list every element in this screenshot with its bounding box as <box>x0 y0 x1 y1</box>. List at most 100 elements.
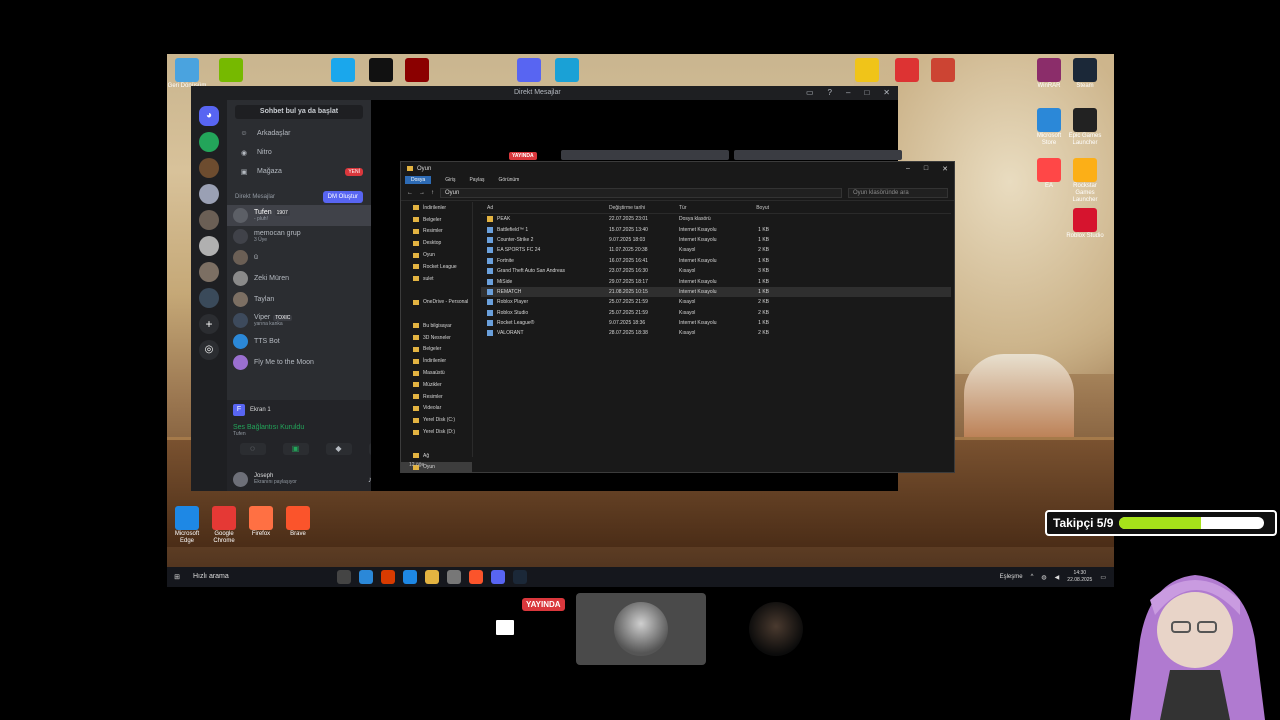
nav-pane-item[interactable]: Oyun <box>401 249 472 261</box>
inbox-icon[interactable]: ▭ <box>806 88 814 97</box>
file-row[interactable]: EA SPORTS FC 24 11.07.2025 20:38 Kısayol 2 … <box>481 245 951 255</box>
nav-pane-item[interactable]: Resimler <box>401 226 472 238</box>
file-row[interactable]: MiSide 29.07.2025 18:17 Internet Kısayolu 1… <box>481 276 951 286</box>
maximize-icon[interactable]: □ <box>924 165 928 173</box>
help-icon[interactable]: ? <box>828 88 832 97</box>
dm-list-item[interactable]: Fly Me to the Moon <box>227 352 371 373</box>
desktop-icon[interactable] <box>509 58 549 83</box>
desktop-icon[interactable] <box>923 58 963 83</box>
taskbar-app-icon[interactable] <box>381 570 395 584</box>
desktop-icon[interactable]: Microsoft Edge <box>167 506 207 545</box>
file-row[interactable]: Roblox Player 25.07.2025 21:59 Kısayol 2 KB <box>481 297 951 307</box>
nav-pane-item[interactable]: Bu bilgisayar <box>401 320 472 332</box>
dm-list-item[interactable]: TTS Bot <box>227 331 371 352</box>
nav-pane-item[interactable]: 3D Nesneler <box>401 332 472 344</box>
network-icon[interactable]: ◍ <box>1041 574 1046 581</box>
file-row[interactable]: Rocket League® 9.07.2025 18:36 Internet Kı… <box>481 318 951 328</box>
desktop-icon[interactable]: Epic Games Launcher <box>1065 108 1105 147</box>
taskbar-app-icon[interactable] <box>359 570 373 584</box>
desktop-icon[interactable]: Brave <box>278 506 318 538</box>
nav-pane-item[interactable] <box>401 308 472 320</box>
desktop-icon[interactable]: Google Chrome <box>204 506 244 545</box>
nav-pane-item[interactable]: Resimler <box>401 391 472 403</box>
desktop-icon[interactable]: Microsoft Store <box>1029 108 1069 147</box>
tray-label[interactable]: Eşleşme <box>1000 574 1023 580</box>
avatar[interactable] <box>233 471 248 487</box>
create-dm-button[interactable]: DM Oluştur <box>322 191 363 203</box>
stream-tile[interactable] <box>734 150 902 160</box>
server-icon[interactable] <box>199 210 219 230</box>
file-row[interactable]: Roblox Studio 25.07.2025 21:59 Kısayol 2 KB <box>481 308 951 318</box>
file-row[interactable]: VALORANT 28.07.2025 18:38 Kısayol 2 KB <box>481 328 951 338</box>
nav-pane-item[interactable]: Masaüstü <box>401 367 472 379</box>
nav-pane-item[interactable]: Yerel Disk (C:) <box>401 414 472 426</box>
nav-pane-item[interactable]: sulet <box>401 273 472 285</box>
nav-pane-item[interactable] <box>401 285 472 297</box>
taskbar-app-icon[interactable] <box>513 570 527 584</box>
nav-pane-item[interactable]: Belgeler <box>401 214 472 226</box>
taskbar-app-icon[interactable] <box>447 570 461 584</box>
taskbar-app-icon[interactable] <box>491 570 505 584</box>
taskbar-app-icon[interactable] <box>425 570 439 584</box>
dm-list-item[interactable]: memocan grup 3 Üye <box>227 226 371 247</box>
explore-icon[interactable]: ◎ <box>199 340 219 360</box>
minimize-icon[interactable]: – <box>846 88 850 97</box>
column-size[interactable]: Boyut <box>739 205 769 211</box>
column-date[interactable]: Değiştirme tarihi <box>609 205 679 211</box>
desktop-icon[interactable] <box>397 58 437 83</box>
file-row[interactable]: Fortnite 16.07.2025 16:41 Internet Kısayol… <box>481 256 951 266</box>
column-type[interactable]: Tür <box>679 205 739 211</box>
nav-pane-item[interactable]: Rocket League <box>401 261 472 273</box>
server-icon[interactable] <box>199 236 219 256</box>
server-icon[interactable] <box>199 184 219 204</box>
ribbon-tab[interactable]: Dosya <box>405 176 432 184</box>
close-icon[interactable]: ✕ <box>883 88 890 97</box>
nav-pane-item[interactable]: OneDrive - Personal <box>401 296 472 308</box>
maximize-icon[interactable]: □ <box>864 88 869 97</box>
desktop-icon[interactable] <box>361 58 401 83</box>
dm-list-item[interactable]: Tufen 1907 - pluh! <box>227 205 371 226</box>
screen-share-button-icon[interactable]: ▣ <box>282 443 309 455</box>
nav-pane-item[interactable]: Müzikler <box>401 379 472 391</box>
nav-pane-item[interactable] <box>401 438 472 450</box>
nav-pane-item[interactable]: Desktop <box>401 237 472 249</box>
desktop-icon[interactable]: EA <box>1029 158 1069 190</box>
dm-list-item[interactable]: Viper TOXIC yarına kanka <box>227 310 371 331</box>
clock[interactable]: 14:30 22.08.2025 <box>1067 570 1092 584</box>
windows-start-icon[interactable]: ⊞ <box>167 573 187 581</box>
file-row[interactable]: Grand Theft Auto San Andreas 23.07.2025 1… <box>481 266 951 276</box>
taskbar-app-icon[interactable] <box>337 570 351 584</box>
back-arrow-icon[interactable]: ← <box>407 190 413 196</box>
desktop-icon[interactable] <box>323 58 363 83</box>
tray-chevron-icon[interactable]: ^ <box>1031 574 1034 580</box>
dm-search-input[interactable]: Sohbet bul ya da başlat <box>235 105 363 119</box>
nav-pane-item[interactable]: Belgeler <box>401 344 472 356</box>
activity-icon[interactable]: ◆ <box>325 443 352 455</box>
desktop-icon[interactable]: Roblox Studio <box>1065 208 1105 240</box>
nav-pane-item[interactable]: Videolar <box>401 403 472 415</box>
call-tile-user[interactable] <box>711 593 841 665</box>
discord-home-icon[interactable]: ◕ <box>199 106 219 126</box>
desktop-icon[interactable] <box>547 58 587 83</box>
desktop-icon[interactable]: WinRAR <box>1029 58 1069 90</box>
nav-item-nitro[interactable]: ◉ Nitro <box>227 143 371 162</box>
server-icon[interactable] <box>199 158 219 178</box>
close-icon[interactable]: ✕ <box>942 165 948 173</box>
volume-icon[interactable]: ◀ <box>1055 574 1060 581</box>
desktop-icon[interactable] <box>847 58 887 83</box>
ribbon-tab[interactable]: Paylaş <box>469 177 484 183</box>
desktop-icon[interactable]: Rockstar Games Launcher <box>1065 158 1105 204</box>
server-icon[interactable] <box>199 262 219 282</box>
nav-item-arkadaşlar[interactable]: ☺ Arkadaşlar <box>227 124 371 143</box>
file-row[interactable]: PEAK 22.07.2025 23:01 Dosya klasörü <box>481 214 951 224</box>
forward-arrow-icon[interactable]: → <box>419 190 425 196</box>
path-input[interactable]: Oyun <box>440 187 842 198</box>
desktop-icon[interactable]: Steam <box>1065 58 1105 90</box>
stream-tile[interactable] <box>561 150 729 160</box>
desktop-icon[interactable] <box>211 58 251 83</box>
file-row[interactable]: Counter-Strike 2 9.07.2025 18:03 Internet … <box>481 235 951 245</box>
column-name[interactable]: Ad <box>481 205 609 211</box>
server-icon[interactable] <box>199 288 219 308</box>
call-tile-user[interactable] <box>576 593 706 665</box>
taskbar-search-input[interactable]: Hızlı arama <box>187 569 327 585</box>
